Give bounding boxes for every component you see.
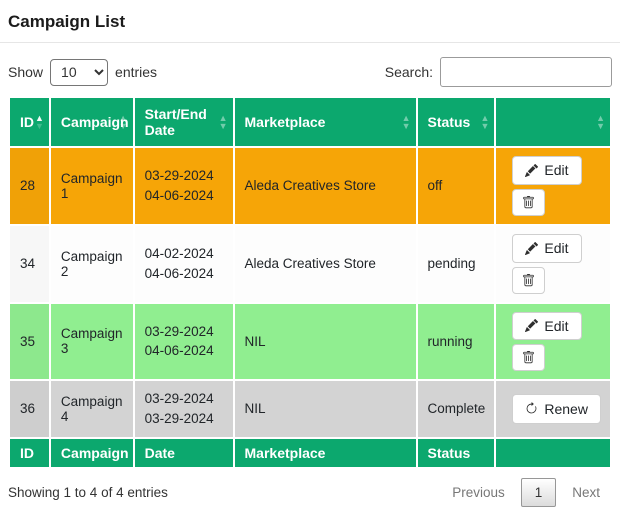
delete-button[interactable] (512, 267, 545, 294)
sort-arrows-icon: ▲▼ (596, 114, 605, 130)
table-footer-row: ID Campaign Date Marketplace Status (9, 438, 611, 468)
cell-marketplace: NIL (234, 380, 417, 437)
column-header-campaign[interactable]: Campaign ▲▼ (50, 97, 134, 147)
cell-id: 35 (9, 303, 50, 381)
footer-header-actions (495, 438, 611, 468)
renew-button[interactable]: Renew (512, 394, 601, 425)
sort-arrows-icon: ▲▼ (219, 114, 228, 130)
cell-campaign: Campaign 3 (50, 303, 134, 381)
show-label: Show (8, 64, 43, 80)
start-date: 03-29-2024 (145, 322, 223, 342)
table-info-bar: Showing 1 to 4 of 4 entries Previous 1 N… (8, 478, 612, 507)
end-date: 04-06-2024 (145, 341, 223, 361)
cell-id: 36 (9, 380, 50, 437)
end-date: 04-06-2024 (145, 264, 223, 284)
footer-header-id: ID (9, 438, 50, 468)
pencil-icon (525, 242, 538, 255)
sort-arrows-icon: ▲▼ (35, 114, 44, 130)
column-header-actions[interactable]: ▲▼ (495, 97, 611, 147)
cell-marketplace: NIL (234, 303, 417, 381)
search-label: Search: (385, 64, 433, 80)
column-header-marketplace[interactable]: Marketplace ▲▼ (234, 97, 417, 147)
start-date: 03-29-2024 (145, 166, 223, 186)
page-length-control: Show 10 entries (8, 59, 157, 86)
search-control: Search: (385, 57, 612, 87)
cell-actions: Edit (495, 225, 611, 303)
table-row: 28 Campaign 1 03-29-2024 04-06-2024 Aled… (9, 147, 611, 225)
cell-campaign: Campaign 1 (50, 147, 134, 225)
end-date: 03-29-2024 (145, 409, 223, 429)
edit-button[interactable]: Edit (512, 234, 581, 263)
table-row: 35 Campaign 3 03-29-2024 04-06-2024 NIL … (9, 303, 611, 381)
cell-id: 28 (9, 147, 50, 225)
footer-header-campaign: Campaign (50, 438, 134, 468)
cell-actions: Edit (495, 303, 611, 381)
cell-status: off (417, 147, 496, 225)
cell-status: Complete (417, 380, 496, 437)
edit-button[interactable]: Edit (512, 156, 581, 185)
footer-header-status: Status (417, 438, 496, 468)
start-date: 03-29-2024 (145, 389, 223, 409)
end-date: 04-06-2024 (145, 186, 223, 206)
start-date: 04-02-2024 (145, 244, 223, 264)
table-controls: Show 10 entries Search: (8, 57, 612, 87)
edit-button-label: Edit (544, 240, 568, 257)
renew-button-label: Renew (544, 401, 588, 418)
edit-button[interactable]: Edit (512, 312, 581, 341)
entries-label: entries (115, 64, 157, 80)
pencil-icon (525, 164, 538, 177)
table-row: 34 Campaign 2 04-02-2024 04-06-2024 Aled… (9, 225, 611, 303)
column-header-start-end-date[interactable]: Start/End Date ▲▼ (134, 97, 234, 147)
table-header-row: ID ▲▼ Campaign ▲▼ Start/End Date ▲▼ Mark… (9, 97, 611, 147)
entries-summary: Showing 1 to 4 of 4 entries (8, 485, 168, 500)
cell-date: 03-29-2024 03-29-2024 (134, 380, 234, 437)
delete-button[interactable] (512, 189, 545, 216)
title-divider (0, 42, 620, 43)
page-length-select[interactable]: 10 (50, 59, 108, 86)
search-input[interactable] (440, 57, 612, 87)
cell-marketplace: Aleda Creatives Store (234, 147, 417, 225)
cell-status: pending (417, 225, 496, 303)
sort-arrows-icon: ▲▼ (480, 114, 489, 130)
column-header-id[interactable]: ID ▲▼ (9, 97, 50, 147)
cell-date: 03-29-2024 04-06-2024 (134, 147, 234, 225)
table-row: 36 Campaign 4 03-29-2024 03-29-2024 NIL … (9, 380, 611, 437)
delete-button[interactable] (512, 344, 545, 371)
pagination: Previous 1 Next (440, 478, 612, 507)
cell-campaign: Campaign 4 (50, 380, 134, 437)
cell-actions: Edit (495, 147, 611, 225)
previous-page-button[interactable]: Previous (440, 479, 517, 506)
footer-header-date: Date (134, 438, 234, 468)
refresh-icon (525, 402, 538, 415)
page-title: Campaign List (8, 8, 612, 42)
edit-button-label: Edit (544, 162, 568, 179)
cell-marketplace: Aleda Creatives Store (234, 225, 417, 303)
cell-campaign: Campaign 2 (50, 225, 134, 303)
trash-icon (522, 274, 535, 287)
edit-button-label: Edit (544, 318, 568, 335)
sort-arrows-icon: ▲▼ (119, 114, 128, 130)
campaign-table: ID ▲▼ Campaign ▲▼ Start/End Date ▲▼ Mark… (8, 96, 612, 469)
cell-date: 04-02-2024 04-06-2024 (134, 225, 234, 303)
column-header-status[interactable]: Status ▲▼ (417, 97, 496, 147)
cell-id: 34 (9, 225, 50, 303)
pencil-icon (525, 319, 538, 332)
cell-date: 03-29-2024 04-06-2024 (134, 303, 234, 381)
footer-header-marketplace: Marketplace (234, 438, 417, 468)
page-number-button[interactable]: 1 (521, 478, 557, 507)
sort-arrows-icon: ▲▼ (402, 114, 411, 130)
cell-status: running (417, 303, 496, 381)
cell-actions: Renew (495, 380, 611, 437)
trash-icon (522, 196, 535, 209)
trash-icon (522, 351, 535, 364)
campaign-list-panel: Campaign List Show 10 entries Search: ID… (0, 0, 620, 515)
next-page-button[interactable]: Next (560, 479, 612, 506)
